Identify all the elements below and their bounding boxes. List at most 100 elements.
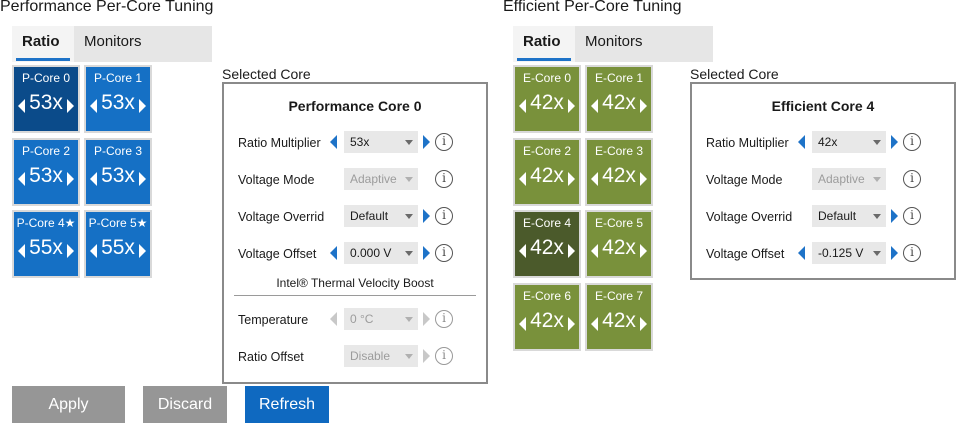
core-name: P-Core 2	[21, 144, 71, 158]
e-core-1-tile[interactable]: E-Core 1 42x	[585, 65, 653, 133]
p-core-5-tile[interactable]: P-Core 5★ 55x	[84, 210, 152, 278]
e-core-4-tile[interactable]: E-Core 4 42x	[513, 210, 581, 278]
chevron-down-icon	[405, 317, 413, 322]
ratio-offset-select[interactable]: Disable	[344, 345, 418, 367]
voltage-mode-label: Voltage Mode	[238, 173, 315, 187]
ratio-multiplier-select[interactable]: 53x	[344, 131, 418, 153]
increase-arrow-icon[interactable]	[139, 172, 146, 186]
increase-arrow-icon[interactable]	[640, 99, 647, 113]
select-value: -0.125 V	[818, 246, 864, 260]
e-core-7-tile[interactable]: E-Core 7 42x	[585, 283, 653, 351]
voltage-offset-increase-arrow-icon[interactable]	[423, 246, 430, 260]
voltage-mode-label: Voltage Mode	[706, 173, 783, 187]
voltage-offset-increase-arrow-icon[interactable]	[891, 246, 898, 260]
voltage-mode-select[interactable]: Adaptive	[812, 168, 886, 190]
ratio-increase-arrow-icon[interactable]	[423, 135, 430, 149]
e-core-3-tile[interactable]: E-Core 3 42x	[585, 138, 653, 206]
ratio-multiplier-select[interactable]: 42x	[812, 131, 886, 153]
ratio-decrease-arrow-icon[interactable]	[798, 135, 805, 149]
temperature-increase-arrow-icon[interactable]	[423, 312, 430, 326]
info-icon[interactable]: i	[903, 133, 921, 151]
tab-ratio[interactable]: Ratio	[513, 26, 575, 62]
increase-arrow-icon[interactable]	[568, 244, 575, 258]
e-core-5-tile[interactable]: E-Core 5 42x	[585, 210, 653, 278]
ratio-increase-arrow-icon[interactable]	[891, 135, 898, 149]
voltage-override-increase-arrow-icon[interactable]	[891, 209, 898, 223]
ratio-offset-increase-arrow-icon[interactable]	[423, 349, 430, 363]
apply-button[interactable]: Apply	[12, 386, 125, 423]
performance-selected-core-panel: Performance Core 0 Ratio Multiplier 53x …	[222, 82, 488, 384]
core-name: E-Core 5	[594, 216, 644, 230]
info-icon[interactable]: i	[435, 244, 453, 262]
core-name: E-Core 2	[522, 144, 572, 158]
chevron-down-icon	[873, 140, 881, 145]
info-icon[interactable]: i	[903, 207, 921, 225]
info-icon[interactable]: i	[435, 207, 453, 225]
increase-arrow-icon[interactable]	[640, 244, 647, 258]
increase-arrow-icon[interactable]	[67, 99, 74, 113]
panel-title: Efficient Core 4	[771, 98, 875, 114]
info-icon[interactable]: i	[435, 170, 453, 188]
tab-monitors[interactable]: Monitors	[74, 26, 152, 62]
core-name: E-Core 0	[522, 71, 572, 85]
info-icon[interactable]: i	[435, 310, 453, 328]
increase-arrow-icon[interactable]	[568, 172, 575, 186]
tab-ratio[interactable]: Ratio	[12, 26, 74, 62]
info-icon[interactable]: i	[903, 244, 921, 262]
e-core-6-tile[interactable]: E-Core 6 42x	[513, 283, 581, 351]
ratio-offset-label: Ratio Offset	[238, 350, 304, 364]
tab-monitors[interactable]: Monitors	[575, 26, 653, 62]
voltage-override-select[interactable]: Default	[812, 205, 886, 227]
voltage-offset-label: Voltage Offset	[238, 247, 317, 261]
chevron-down-icon	[873, 214, 881, 219]
increase-arrow-icon[interactable]	[67, 244, 74, 258]
p-core-3-tile[interactable]: P-Core 3 53x	[84, 138, 152, 206]
p-core-1-tile[interactable]: P-Core 1 53x	[84, 65, 152, 133]
discard-button[interactable]: Discard	[143, 386, 227, 423]
voltage-offset-decrease-arrow-icon[interactable]	[798, 246, 805, 260]
increase-arrow-icon[interactable]	[640, 317, 647, 331]
voltage-override-increase-arrow-icon[interactable]	[423, 209, 430, 223]
refresh-button[interactable]: Refresh	[245, 386, 329, 423]
info-icon[interactable]: i	[435, 347, 453, 365]
chevron-down-icon	[405, 251, 413, 256]
select-value: Default	[350, 209, 389, 223]
ratio-decrease-arrow-icon[interactable]	[330, 135, 337, 149]
voltage-override-select[interactable]: Default	[344, 205, 418, 227]
increase-arrow-icon[interactable]	[640, 172, 647, 186]
select-value: Default	[818, 209, 857, 223]
thermal-velocity-boost-heading: Intel® Thermal Velocity Boost	[276, 276, 434, 290]
increase-arrow-icon[interactable]	[568, 317, 575, 331]
efficient-tab-bar: Ratio Monitors	[513, 26, 713, 62]
info-icon[interactable]: i	[435, 133, 453, 151]
e-core-0-tile[interactable]: E-Core 0 42x	[513, 65, 581, 133]
temperature-select[interactable]: 0 °C	[344, 308, 418, 330]
p-core-2-tile[interactable]: P-Core 2 53x	[12, 138, 80, 206]
voltage-offset-select[interactable]: 0.000 V	[344, 242, 418, 264]
voltage-offset-decrease-arrow-icon[interactable]	[330, 246, 337, 260]
core-name: P-Core 0	[21, 71, 71, 85]
chevron-down-icon	[405, 214, 413, 219]
increase-arrow-icon[interactable]	[139, 244, 146, 258]
selected-core-label: Selected Core	[222, 66, 311, 82]
core-name: E-Core 1	[594, 71, 644, 85]
performance-tab-bar: Ratio Monitors	[12, 26, 212, 62]
voltage-override-label: Voltage Overrid	[706, 210, 793, 224]
chevron-down-icon	[873, 251, 881, 256]
info-icon[interactable]: i	[903, 170, 921, 188]
e-core-2-tile[interactable]: E-Core 2 42x	[513, 138, 581, 206]
select-value: Disable	[350, 349, 391, 363]
select-value: Adaptive	[818, 172, 865, 186]
core-name: P-Core 4★	[16, 216, 76, 230]
core-name: P-Core 3	[93, 144, 143, 158]
temperature-decrease-arrow-icon[interactable]	[330, 312, 337, 326]
increase-arrow-icon[interactable]	[139, 99, 146, 113]
increase-arrow-icon[interactable]	[568, 99, 575, 113]
p-core-4-tile[interactable]: P-Core 4★ 55x	[12, 210, 80, 278]
performance-section-title: Performance Per-Core Tuning	[0, 0, 214, 15]
p-core-0-tile[interactable]: P-Core 0 53x	[12, 65, 80, 133]
voltage-offset-select[interactable]: -0.125 V	[812, 242, 886, 264]
voltage-mode-select[interactable]: Adaptive	[344, 168, 418, 190]
increase-arrow-icon[interactable]	[67, 172, 74, 186]
voltage-offset-label: Voltage Offset	[706, 247, 785, 261]
